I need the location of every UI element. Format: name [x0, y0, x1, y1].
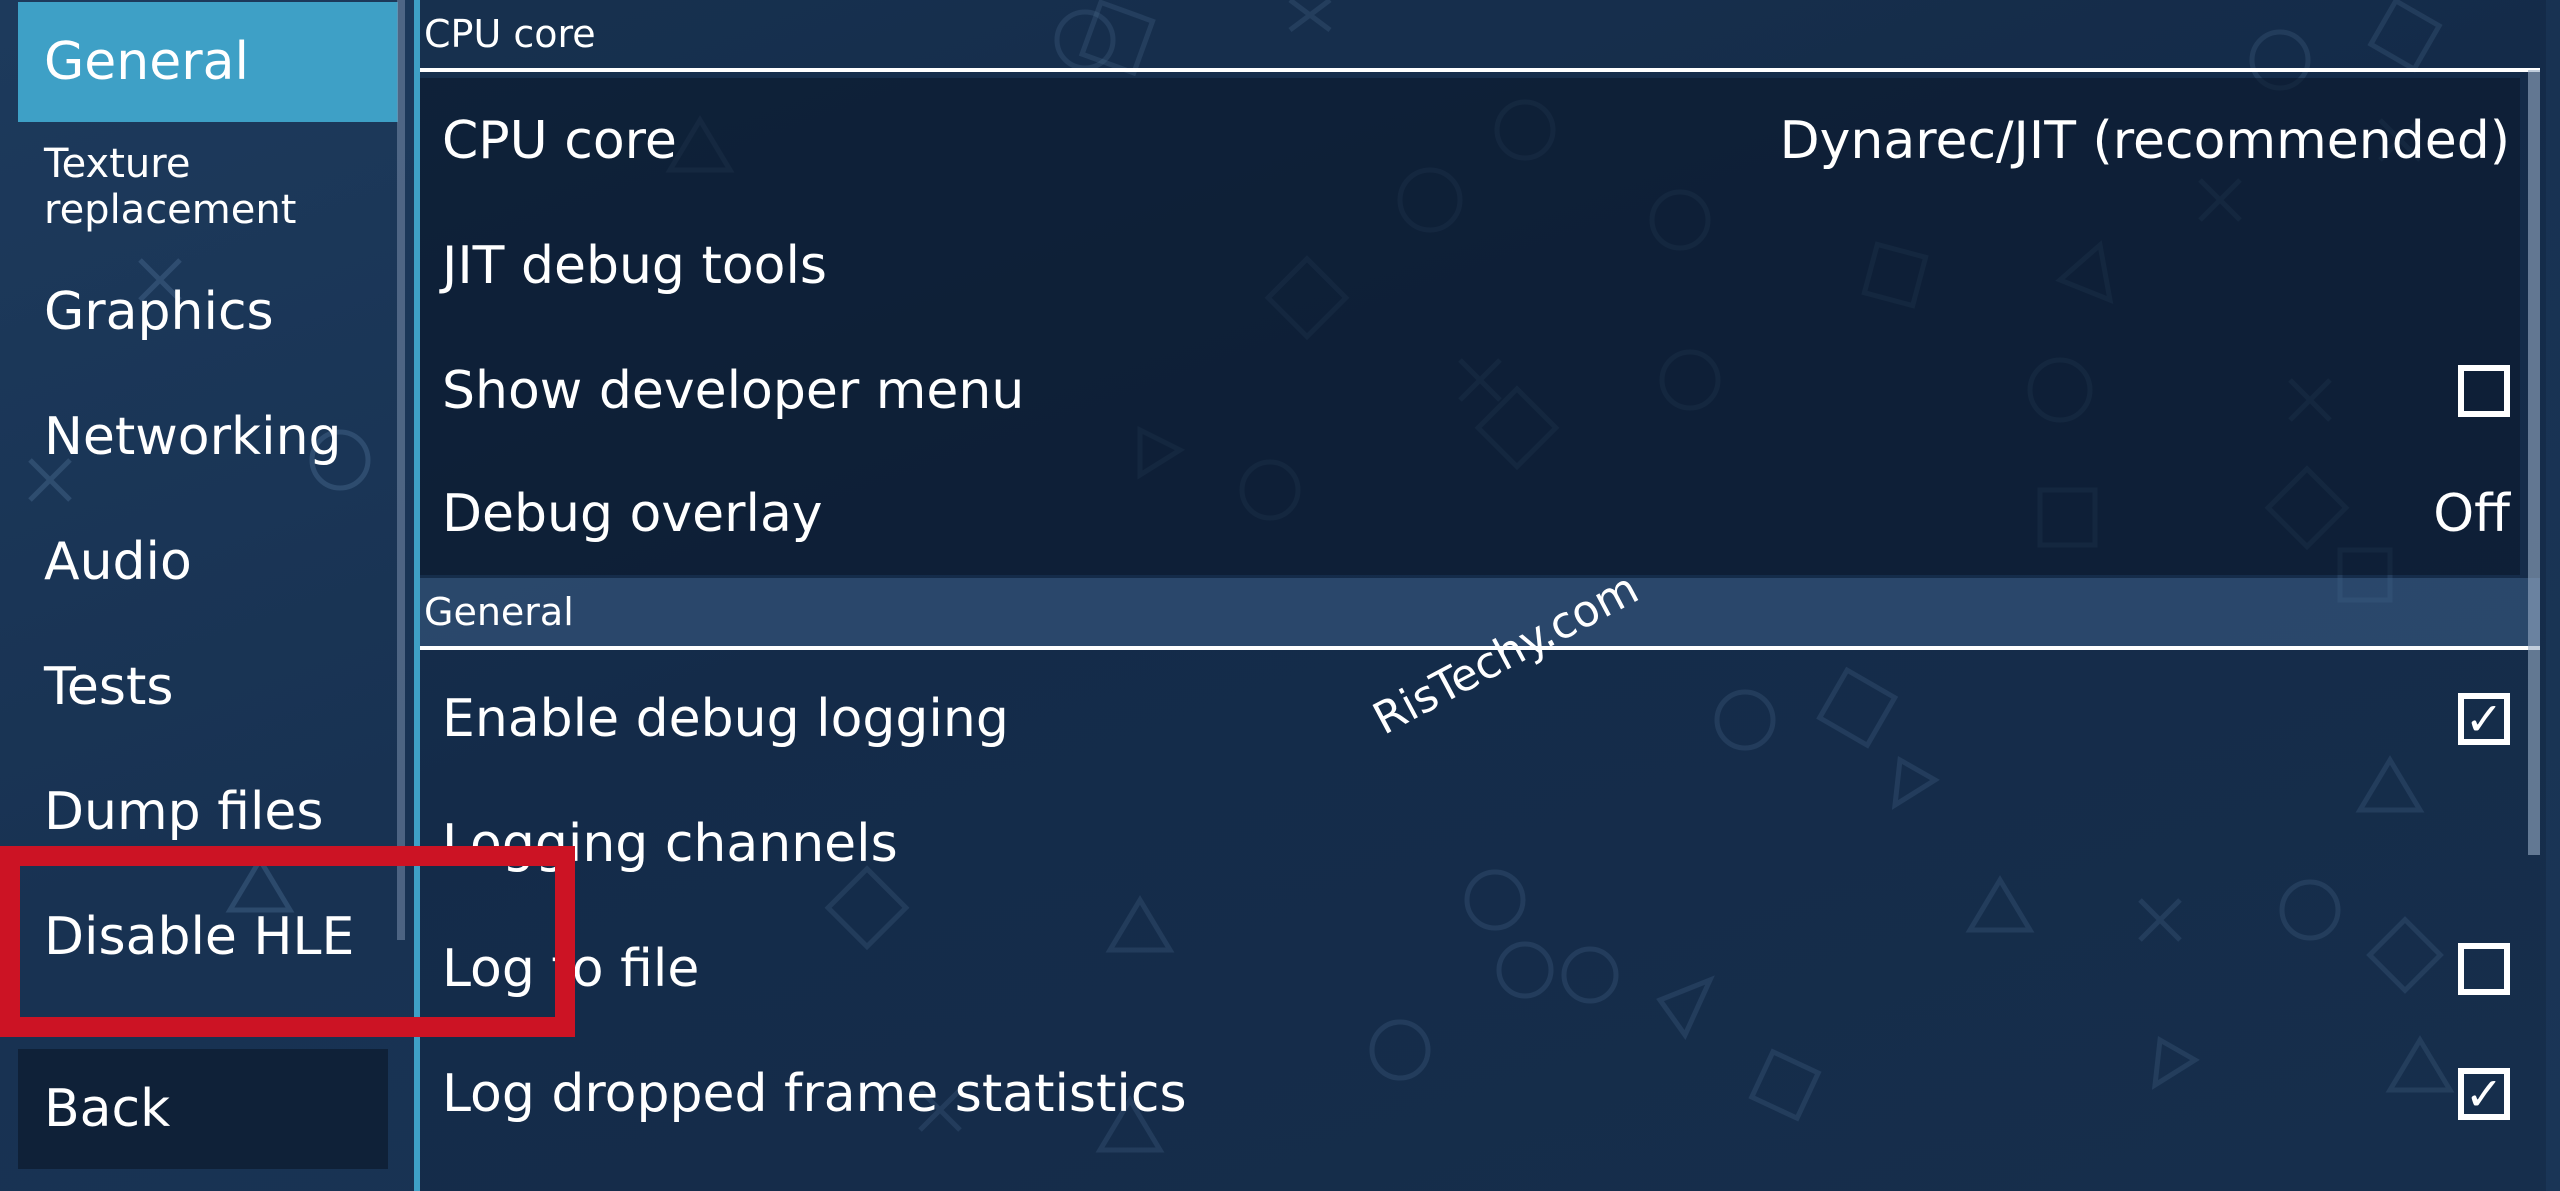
sidebar-item-disable-hle[interactable]: Disable HLE	[18, 877, 398, 997]
sidebar-item-label: Graphics	[44, 282, 274, 342]
setting-label: Show developer menu	[442, 360, 1025, 421]
back-button-label: Back	[44, 1079, 171, 1139]
setting-label: CPU core	[442, 110, 677, 171]
checkbox-unchecked[interactable]	[2458, 364, 2510, 417]
setting-label: Log dropped frame statistics	[442, 1063, 1187, 1124]
setting-label: Debug overlay	[442, 484, 823, 544]
sidebar-item-networking[interactable]: Networking	[18, 377, 398, 497]
sidebar-scrollbar[interactable]	[397, 0, 405, 940]
setting-label: Log to file	[442, 938, 700, 999]
back-button[interactable]: Back	[18, 1049, 388, 1169]
checkbox-checked[interactable]: ✓	[2458, 1066, 2510, 1121]
sidebar-item-audio[interactable]: Audio	[18, 502, 398, 622]
sidebar-item-dump-files[interactable]: Dump files	[18, 752, 398, 872]
sidebar-item-label: Tests	[44, 657, 174, 717]
setting-row-jit-debug-tools[interactable]: JIT debug tools	[420, 203, 2520, 328]
sidebar-item-graphics[interactable]: Graphics	[18, 252, 398, 372]
sidebar-item-general[interactable]: General	[18, 2, 398, 122]
sidebar-item-texture-replacement[interactable]: Texture replacement	[18, 127, 398, 247]
setting-row-log-to-file[interactable]: Log to file	[420, 906, 2520, 1031]
checkmark-icon: ✓	[2464, 1066, 2504, 1121]
setting-row-log-dropped-frame-statistics[interactable]: Log dropped frame statistics ✓	[420, 1031, 2520, 1156]
section-header-cpu-core: CPU core	[420, 0, 2540, 72]
sidebar-item-tests[interactable]: Tests	[18, 627, 398, 747]
sidebar-item-label: Audio	[44, 532, 192, 592]
checkbox-unchecked[interactable]	[2458, 942, 2510, 995]
sidebar-item-label: Disable HLE	[44, 907, 355, 967]
setting-label: Enable debug logging	[442, 688, 1009, 749]
section-title: General	[424, 590, 574, 634]
sidebar-item-label: General	[44, 32, 249, 92]
setting-row-logging-channels[interactable]: Logging channels	[420, 781, 2520, 906]
sidebar-item-label: Dump files	[44, 782, 324, 842]
setting-row-cpu-core[interactable]: CPU core Dynarec/JIT (recommended)	[420, 78, 2520, 203]
checkmark-icon: ✓	[2464, 691, 2504, 746]
section-title: CPU core	[424, 12, 596, 56]
setting-label: Logging channels	[442, 813, 898, 874]
setting-value: Off	[2433, 484, 2510, 544]
setting-row-show-developer-menu[interactable]: Show developer menu	[420, 328, 2520, 453]
setting-row-debug-overlay[interactable]: Debug overlay Off	[420, 453, 2520, 575]
settings-scrollbar[interactable]	[2528, 70, 2540, 855]
setting-value: Dynarec/JIT (recommended)	[1779, 110, 2510, 171]
sidebar-item-label: Networking	[44, 407, 342, 467]
setting-label: JIT debug tools	[442, 235, 828, 296]
sidebar-item-label: Texture replacement	[44, 141, 297, 233]
checkbox-checked[interactable]: ✓	[2458, 691, 2510, 746]
sidebar: General Texture replacement Graphics Net…	[0, 0, 405, 1191]
